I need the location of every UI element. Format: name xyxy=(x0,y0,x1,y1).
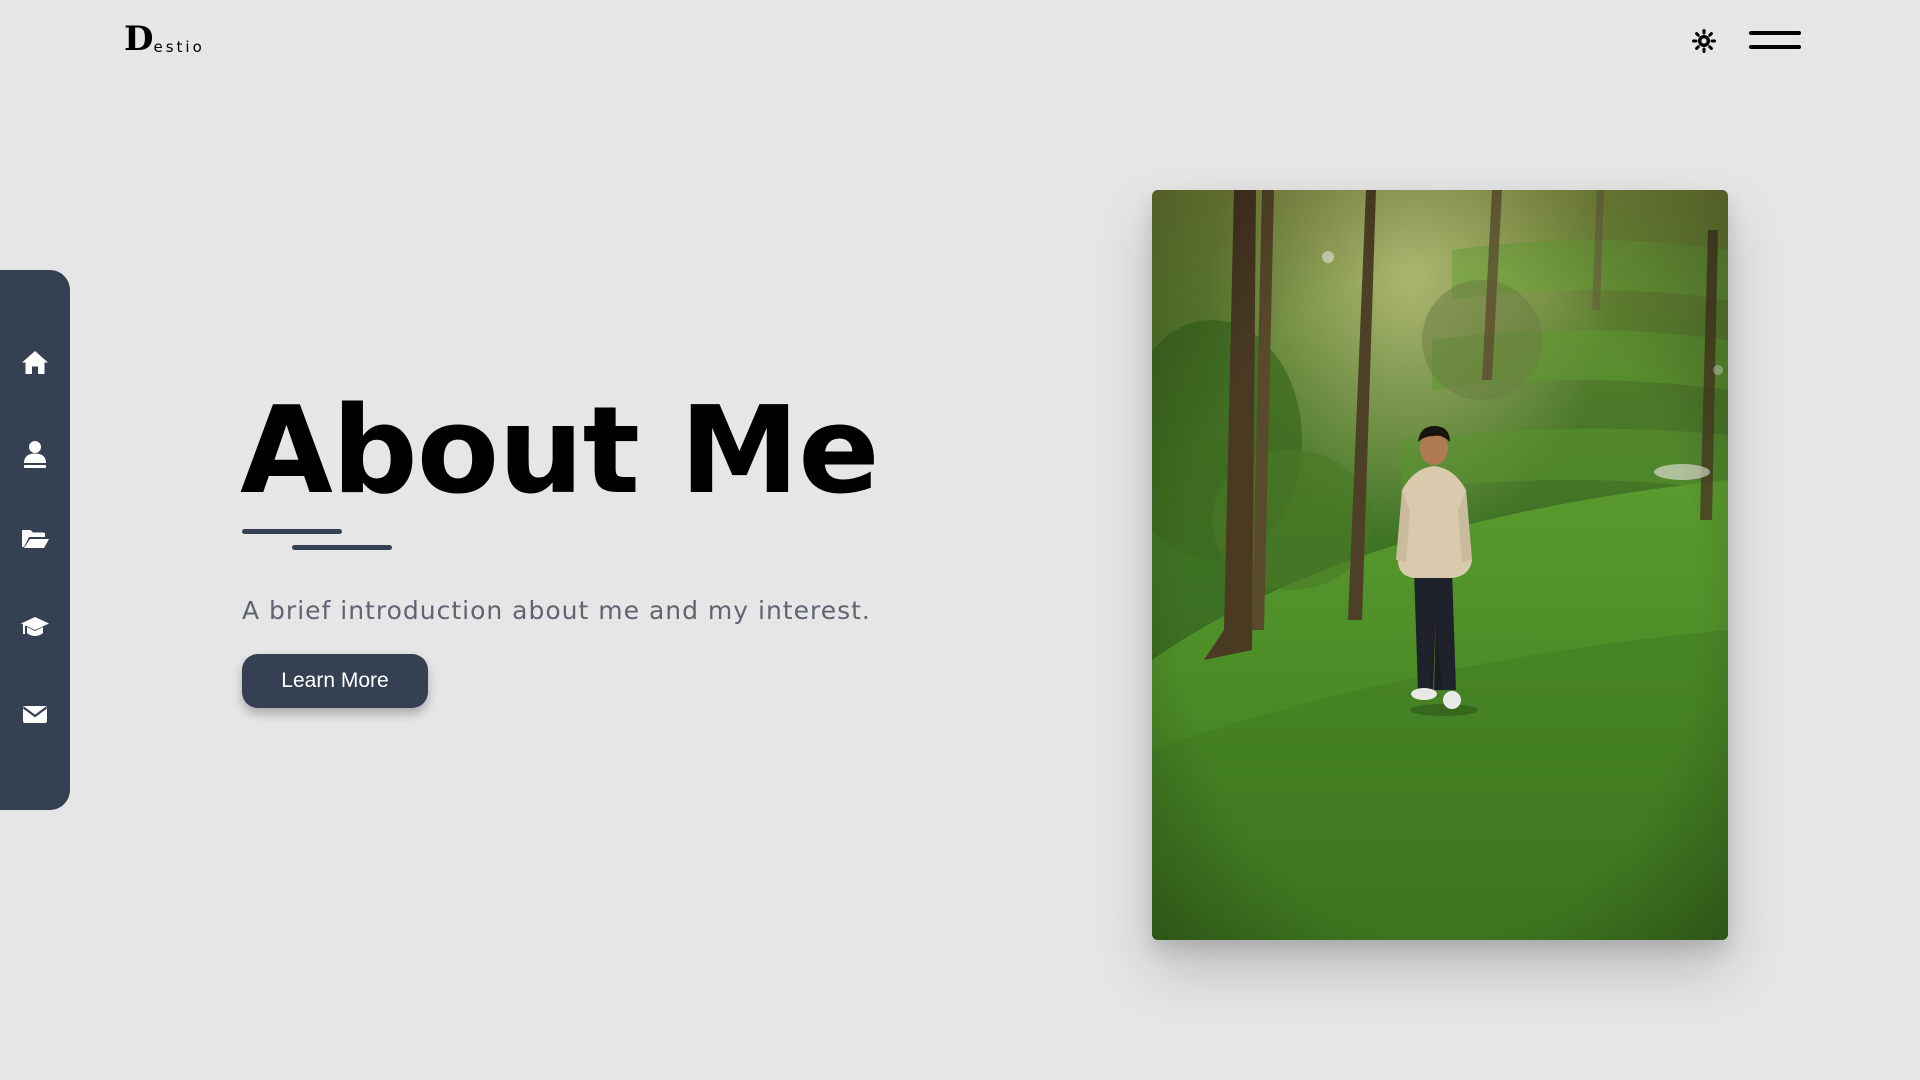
site-logo[interactable]: D estio xyxy=(124,22,205,56)
home-icon xyxy=(22,351,48,374)
user-icon xyxy=(24,441,46,468)
sidebar-item-education[interactable] xyxy=(0,596,70,656)
graduation-cap-icon xyxy=(21,617,49,636)
sidebar-item-portfolio[interactable] xyxy=(0,508,70,568)
sidebar-nav xyxy=(0,270,70,810)
hero-subtitle: A brief introduction about me and my int… xyxy=(242,596,871,625)
page-title: About Me xyxy=(240,382,880,521)
learn-more-button[interactable]: Learn More xyxy=(242,654,428,708)
sun-icon xyxy=(1692,29,1716,53)
profile-photo xyxy=(1152,190,1728,940)
title-underline xyxy=(242,529,342,534)
title-underline-offset xyxy=(292,545,392,550)
hamburger-menu-button[interactable] xyxy=(1749,29,1801,53)
menu-line-icon xyxy=(1749,31,1801,35)
page: D estio About Me A brief introduction ab… xyxy=(0,0,1920,1080)
sidebar-item-about[interactable] xyxy=(0,424,70,484)
logo-wordmark: estio xyxy=(153,38,205,56)
theme-toggle-button[interactable] xyxy=(1691,28,1717,54)
sidebar-item-contact[interactable] xyxy=(0,684,70,744)
envelope-icon xyxy=(22,706,48,723)
sidebar-item-home[interactable] xyxy=(0,332,70,392)
folder-open-icon xyxy=(22,530,49,548)
menu-line-icon xyxy=(1749,45,1801,49)
logo-initial: D xyxy=(124,19,154,59)
portrait-image xyxy=(1152,190,1728,940)
